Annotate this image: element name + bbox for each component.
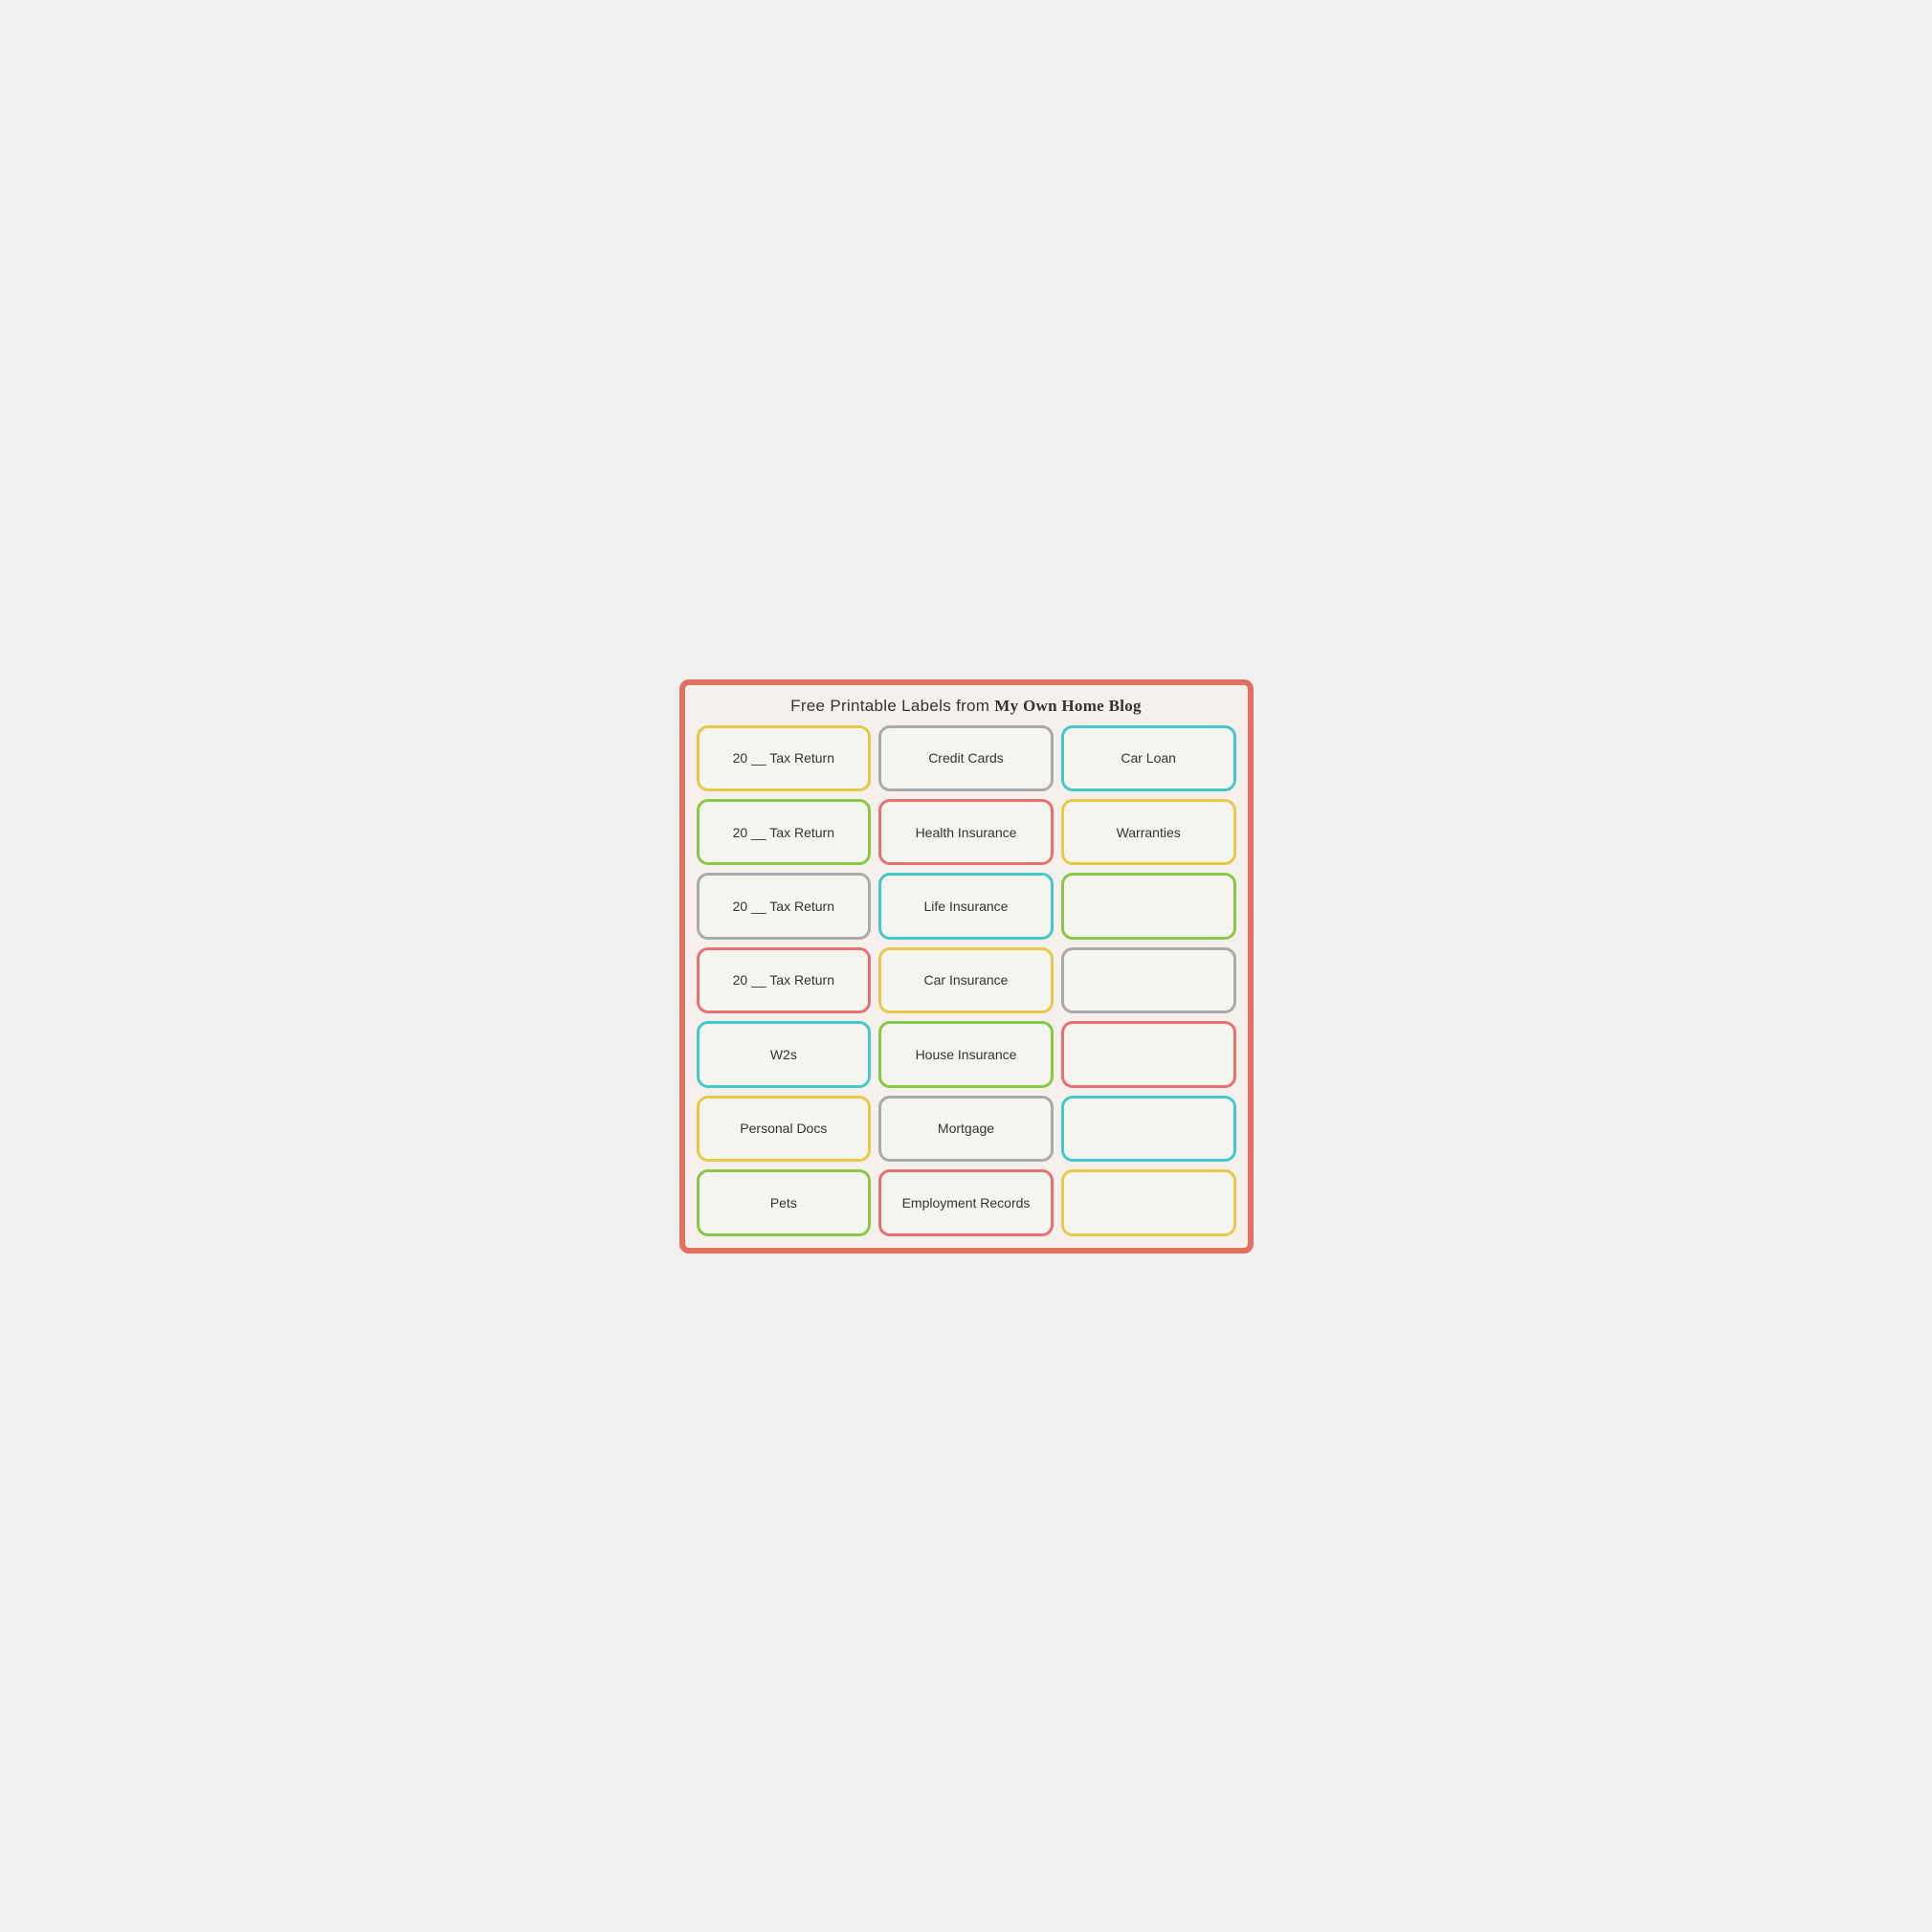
printable-page: Free Printable Labels from My Own Home B…: [679, 679, 1254, 1254]
label-text: Car Loan: [1121, 749, 1176, 766]
label-cell: Car Insurance: [878, 947, 1054, 1013]
label-cell: Health Insurance: [878, 799, 1054, 865]
label-cell: Pets: [697, 1169, 872, 1235]
page-title: Free Printable Labels from My Own Home B…: [697, 697, 1236, 716]
label-text: Mortgage: [938, 1120, 994, 1137]
label-text: Life Insurance: [924, 898, 1009, 915]
label-cell: House Insurance: [878, 1021, 1054, 1087]
label-cell: [1061, 1096, 1236, 1162]
label-cell: Personal Docs: [697, 1096, 872, 1162]
label-text: 20 __ Tax Return: [733, 971, 834, 988]
label-cell: [1061, 1021, 1236, 1087]
label-text: House Insurance: [916, 1046, 1017, 1063]
label-text: Credit Cards: [928, 749, 1004, 766]
label-cell: [1061, 947, 1236, 1013]
title-prefix: Free Printable Labels from: [790, 697, 994, 715]
label-cell: Mortgage: [878, 1096, 1054, 1162]
label-text: Pets: [770, 1194, 797, 1211]
label-text: Personal Docs: [740, 1120, 827, 1137]
label-text: W2s: [770, 1046, 797, 1063]
label-cell: 20 __ Tax Return: [697, 947, 872, 1013]
label-cell: Life Insurance: [878, 873, 1054, 939]
label-cell: 20 __ Tax Return: [697, 873, 872, 939]
label-text: Car Insurance: [924, 971, 1009, 988]
label-text: 20 __ Tax Return: [733, 749, 834, 766]
label-cell: Credit Cards: [878, 725, 1054, 791]
label-text: 20 __ Tax Return: [733, 824, 834, 841]
label-cell: [1061, 1169, 1236, 1235]
label-cell: 20 __ Tax Return: [697, 799, 872, 865]
label-text: Warranties: [1117, 824, 1181, 841]
label-cell: Warranties: [1061, 799, 1236, 865]
label-text: 20 __ Tax Return: [733, 898, 834, 915]
label-cell: Employment Records: [878, 1169, 1054, 1235]
label-cell: Car Loan: [1061, 725, 1236, 791]
label-text: Health Insurance: [916, 824, 1017, 841]
label-cell: W2s: [697, 1021, 872, 1087]
label-cell: 20 __ Tax Return: [697, 725, 872, 791]
label-text: Employment Records: [902, 1194, 1031, 1211]
title-brand: My Own Home Blog: [994, 697, 1142, 715]
label-cell: [1061, 873, 1236, 939]
label-grid: 20 __ Tax Return Credit Cards Car Loan 20 _…: [697, 725, 1236, 1236]
